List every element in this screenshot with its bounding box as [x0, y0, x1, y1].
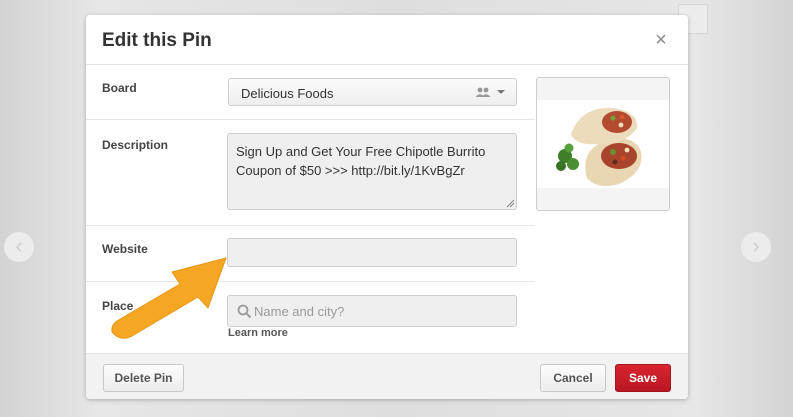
website-input[interactable] — [227, 238, 517, 267]
edit-pin-dialog: Edit this Pin × Board Delicious Foods De… — [86, 15, 688, 399]
close-icon[interactable]: × — [652, 30, 670, 50]
dialog-header: Edit this Pin × — [86, 15, 688, 65]
description-textarea[interactable]: Sign Up and Get Your Free Chipotle Burri… — [227, 133, 517, 210]
save-button[interactable]: Save — [615, 364, 671, 392]
dialog-footer: Delete Pin Cancel Save — [86, 353, 688, 399]
caret-down-icon — [497, 90, 505, 94]
place-search-field[interactable] — [227, 295, 517, 327]
arrow-icon — [111, 257, 227, 339]
delete-pin-button[interactable]: Delete Pin — [103, 364, 184, 392]
previous-pin-arrow-icon[interactable]: ‹ — [4, 232, 34, 262]
dialog-title: Edit this Pin — [102, 30, 212, 51]
people-icon — [475, 87, 491, 97]
board-select-value: Delicious Foods — [241, 86, 334, 101]
row-divider — [86, 225, 535, 226]
burrito-image — [537, 100, 669, 188]
board-label: Board — [102, 81, 137, 95]
resize-grip-icon[interactable] — [506, 199, 515, 208]
next-pin-arrow-icon[interactable]: › — [741, 232, 771, 262]
learn-more-link[interactable]: Learn more — [228, 327, 288, 339]
board-select[interactable]: Delicious Foods — [228, 78, 517, 106]
row-divider — [86, 119, 535, 120]
place-input[interactable] — [254, 296, 514, 326]
pin-image-preview — [536, 77, 670, 211]
cancel-button[interactable]: Cancel — [540, 364, 606, 392]
search-icon — [237, 304, 252, 319]
description-label: Description — [102, 138, 169, 152]
